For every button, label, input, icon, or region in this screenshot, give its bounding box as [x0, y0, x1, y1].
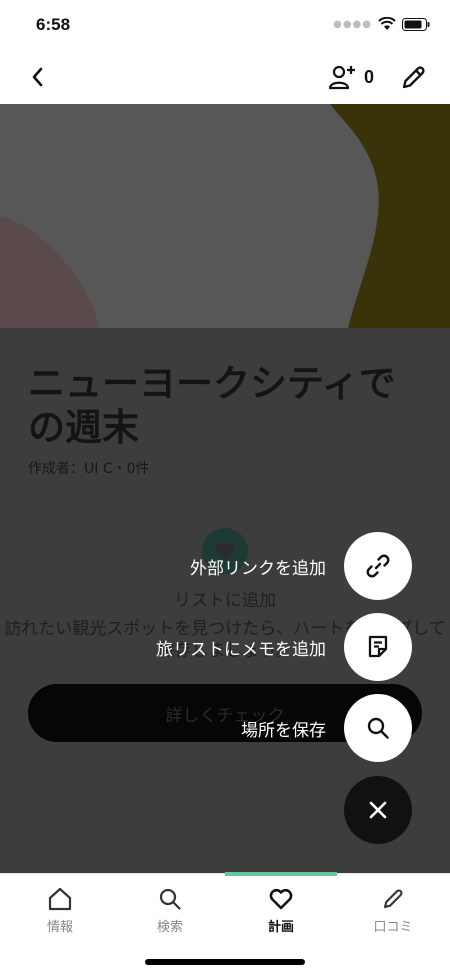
fab-label: 場所を保存: [241, 720, 326, 741]
collaborators-button[interactable]: 0: [328, 64, 374, 90]
save-place-button[interactable]: [344, 694, 412, 762]
active-tab-indicator: [225, 872, 337, 876]
status-time: 6:58: [36, 15, 71, 34]
trip-cover-image: [0, 104, 450, 328]
search-icon: [159, 888, 181, 910]
tab-search[interactable]: 検索: [114, 886, 226, 935]
status-bar: 6:58 ●●●●: [0, 0, 450, 50]
close-icon: [369, 801, 387, 819]
add-note-button[interactable]: [344, 613, 412, 681]
tab-label: 口コミ: [373, 920, 413, 935]
tab-label: 検索: [156, 920, 183, 935]
wifi-icon: [378, 17, 396, 30]
home-indicator: [145, 959, 305, 965]
signal-icon: ●●●●: [333, 18, 372, 30]
fab-item-add-note[interactable]: 旅リストにメモを追加: [156, 613, 412, 681]
nav-bar: 0: [0, 52, 450, 104]
cover-illustration: [0, 104, 450, 328]
collaborator-count: 0: [363, 66, 374, 87]
pencil-icon: [383, 889, 403, 909]
author-line: 作成者：UI C・0件: [28, 461, 150, 477]
back-button[interactable]: [24, 62, 54, 92]
trip-title: ニューヨークシティでの週末: [28, 362, 396, 449]
note-icon: [368, 635, 388, 658]
status-icons: ●●●●: [333, 17, 430, 31]
add-link-button[interactable]: [344, 532, 412, 600]
fab-item-save-place[interactable]: 場所を保存: [241, 694, 412, 762]
edit-button[interactable]: [398, 63, 428, 93]
search-icon: [367, 717, 389, 739]
battery-icon: [402, 17, 430, 31]
bottom-tab-bar: 情報 検索 計画 口コミ: [0, 872, 450, 972]
tab-plan[interactable]: 計画: [225, 886, 337, 935]
link-icon: [366, 554, 390, 578]
tab-label: 情報: [46, 920, 73, 935]
fab-item-add-link[interactable]: 外部リンクを追加: [190, 532, 412, 600]
tab-label: 計画: [267, 920, 294, 935]
home-icon: [48, 887, 72, 911]
fab-label: 旅リストにメモを追加: [156, 639, 326, 660]
close-menu-button[interactable]: [344, 776, 412, 844]
add-person-icon: [328, 65, 355, 90]
heart-icon: [269, 888, 293, 910]
fab-label: 外部リンクを追加: [190, 558, 326, 579]
tab-reviews[interactable]: 口コミ: [337, 886, 449, 935]
tab-info[interactable]: 情報: [4, 886, 116, 935]
